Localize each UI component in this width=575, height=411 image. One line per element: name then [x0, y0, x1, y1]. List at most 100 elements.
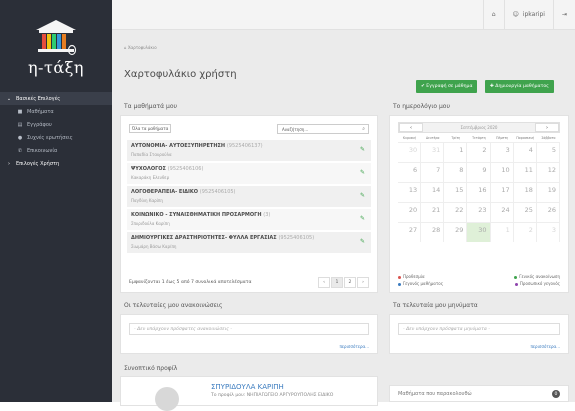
calendar-day[interactable]: 5: [537, 143, 560, 162]
calendar-day[interactable]: 26: [537, 203, 560, 222]
sidebar-section-basic[interactable]: ⌄ Βασικές Επιλογές: [0, 92, 112, 105]
sidebar: η-τάξη ⌄ Βασικές Επιλογές ■ Μαθήματα ▤ Ε…: [0, 0, 112, 402]
document-icon: ▤: [17, 121, 23, 128]
breadcrumb[interactable]: ⌂ Χαρτοφυλάκιο: [124, 45, 157, 50]
calendar-day[interactable]: 9: [467, 163, 491, 182]
calendar-day[interactable]: 3: [491, 143, 514, 162]
calendar-day[interactable]: 8: [444, 163, 468, 182]
calendar-day[interactable]: 27: [398, 223, 422, 242]
profile-name[interactable]: ΣΠΥΡΙΔΟΥΛΑ ΚΑΡΙΠΗ: [211, 383, 284, 391]
calendar-day[interactable]: 19: [537, 183, 560, 202]
sidebar-item-contact[interactable]: ✆ Επικοινωνία: [0, 144, 112, 157]
sidebar-section-label: Βασικές Επιλογές: [16, 95, 61, 102]
table-row[interactable]: ΛΟΓΟΘΕΡΑΠΕΙΑ- ΕΙΔΙΚΟ (9525406105) Παγδίν…: [127, 186, 371, 208]
search-icon: ⌕: [362, 126, 365, 132]
legend-label: Γεγονός μαθήματος: [403, 281, 444, 286]
table-row[interactable]: ΑΥΤΟΝΟΜΙΑ- ΑΥΤΟΕΞΥΠΗΡΕΤΗΣΗ (9525406137) …: [127, 140, 371, 162]
announcements-more-link[interactable]: περισσότερα...: [339, 344, 369, 349]
sidebar-item-label: Συχνές ερωτήσεις: [27, 134, 73, 141]
register-course-button[interactable]: ✔ Εγγραφή σε μάθημα: [416, 80, 478, 93]
edit-icon[interactable]: ✎: [360, 192, 365, 199]
weekday-label: Παρασκευή: [516, 136, 535, 140]
edit-icon[interactable]: ✎: [360, 238, 365, 245]
calendar-panel: Σεπτέμβριος 2020 ‹ › Κυριακή Δευτέρα Τρί…: [389, 115, 569, 293]
announcements-title: Οι τελευταίες μου ανακοινώσεις: [124, 302, 223, 309]
calendar-day[interactable]: 11: [514, 163, 537, 182]
create-course-button[interactable]: ✚ Δημιουργία μαθήματος: [485, 80, 554, 93]
calendar-day[interactable]: 24: [491, 203, 514, 222]
calendar-day[interactable]: 16: [467, 183, 491, 202]
user-menu-button[interactable]: ☺ ipkaripi: [503, 0, 553, 30]
sidebar-item-faq[interactable]: ● Συχνές ερωτήσεις: [0, 131, 112, 144]
calendar-next-button[interactable]: ›: [535, 123, 559, 132]
calendar-header: Σεπτέμβριος 2020 ‹ ›: [398, 122, 560, 133]
edit-icon[interactable]: ✎: [360, 146, 365, 153]
calendar-day[interactable]: 17: [491, 183, 514, 202]
calendar-day[interactable]: 13: [398, 183, 422, 202]
calendar-day[interactable]: 28: [421, 223, 445, 242]
course-name[interactable]: ΔΗΜΙΟΥΡΓΙΚΕΣ ΔΡΑΣΤΗΡΙΟΤΗΤΕΣ- ΦΥΛΛΑ ΕΡΓΑΣ…: [131, 235, 367, 241]
calendar-day[interactable]: 12: [537, 163, 560, 182]
calendar-day[interactable]: 6: [398, 163, 422, 182]
course-name[interactable]: ΨΥΧΟΛΟΓΟΣ (9525406106): [131, 166, 367, 172]
calendar-week: 27 28 29 30 1 2 3: [398, 222, 560, 242]
table-row[interactable]: ΚΟΙΝΩΝΙΚΟ - ΣΥΝΑΙΣΘΗΜΑΤΙΚΗ ΠΡΟΣΑΡΜΟΓΗ (3…: [127, 209, 371, 231]
course-title: ΨΥΧΟΛΟΓΟΣ: [131, 166, 166, 172]
calendar-day[interactable]: 1: [491, 223, 514, 242]
sidebar-item-label: Επικοινωνία: [27, 147, 58, 154]
calendar-day[interactable]: 21: [421, 203, 445, 222]
course-name[interactable]: ΛΟΓΟΘΕΡΑΠΕΙΑ- ΕΙΔΙΚΟ (9525406105): [131, 189, 367, 195]
edit-icon[interactable]: ✎: [360, 169, 365, 176]
table-row[interactable]: ΔΗΜΙΟΥΡΓΙΚΕΣ ΔΡΑΣΤΗΡΙΟΤΗΤΕΣ- ΦΥΛΛΑ ΕΡΓΑΣ…: [127, 232, 371, 254]
calendar-day[interactable]: 30: [398, 143, 422, 162]
calendar-grid: Κυριακή Δευτέρα Τρίτη Τετάρτη Πέμπτη Παρ…: [398, 136, 560, 242]
calendar-day[interactable]: 14: [421, 183, 445, 202]
calendar-day[interactable]: 31: [421, 143, 445, 162]
next-page-button[interactable]: ›: [357, 277, 369, 288]
logo-text: η-τάξη: [27, 58, 85, 77]
sidebar-item-courses[interactable]: ■ Μαθήματα: [0, 105, 112, 118]
logo[interactable]: η-τάξη: [0, 0, 112, 90]
calendar-day[interactable]: 1: [444, 143, 468, 162]
calendar-day[interactable]: 22: [444, 203, 468, 222]
pagination: ‹ 1 2 ›: [318, 277, 369, 288]
home-button[interactable]: ⌂: [482, 0, 504, 30]
calendar-day[interactable]: 23: [467, 203, 491, 222]
calendar-day[interactable]: 15: [444, 183, 468, 202]
calendar-day[interactable]: 20: [398, 203, 422, 222]
sidebar-item-documents[interactable]: ▤ Εγγράφου: [0, 118, 112, 131]
messages-more-link[interactable]: περισσότερα...: [530, 344, 560, 349]
course-teacher: Παγδίνη Καρίπη: [131, 198, 163, 203]
profile-subtitle: Το προφίλ μου: ΝΗΠΙΑΓΩΓΕΙΟ ΑΡΓΥΡΟΥΠΟΛΗΣ …: [211, 393, 334, 398]
page-2-button[interactable]: 2: [344, 277, 356, 288]
prev-page-button[interactable]: ‹: [318, 277, 330, 288]
page-title: Χαρτοφυλάκιο χρήστη: [124, 69, 237, 80]
calendar-week: 20 21 22 23 24 25 26: [398, 202, 560, 222]
calendar-day[interactable]: 2: [514, 223, 537, 242]
calendar-day-today[interactable]: 30: [467, 223, 491, 242]
course-filter-select[interactable]: Όλα τα μαθήματα: [129, 124, 171, 133]
followed-courses-box[interactable]: Μαθήματα που παρακολουθώ 0: [389, 385, 569, 402]
messages-empty: - Δεν υπάρχουν πρόσφατα μηνύματα -: [398, 323, 560, 335]
sidebar-section-user[interactable]: › Επιλογές Χρήστη: [0, 157, 112, 170]
legend-label: Γενικός ανακοίνωση: [519, 274, 560, 279]
weekday-label: Σάββατο: [541, 136, 556, 140]
calendar-prev-button[interactable]: ‹: [399, 123, 423, 132]
logout-icon: ⇥: [561, 11, 567, 18]
calendar-day[interactable]: 25: [514, 203, 537, 222]
course-name[interactable]: ΑΥΤΟΝΟΜΙΑ- ΑΥΤΟΕΞΥΠΗΡΕΤΗΣΗ (9525406137): [131, 143, 367, 149]
table-row[interactable]: ΨΥΧΟΛΟΓΟΣ (9525406106) Κακαράκη Ελευθερ …: [127, 163, 371, 185]
calendar-day[interactable]: 7: [421, 163, 445, 182]
calendar-day[interactable]: 10: [491, 163, 514, 182]
calendar-day[interactable]: 29: [444, 223, 468, 242]
calendar-day[interactable]: 3: [537, 223, 560, 242]
followed-courses-label: Μαθήματα που παρακολουθώ: [398, 390, 472, 397]
calendar-day[interactable]: 4: [514, 143, 537, 162]
course-name[interactable]: ΚΟΙΝΩΝΙΚΟ - ΣΥΝΑΙΣΘΗΜΑΤΙΚΗ ΠΡΟΣΑΡΜΟΓΗ (3…: [131, 212, 367, 218]
page-1-button[interactable]: 1: [331, 277, 343, 288]
calendar-day[interactable]: 2: [467, 143, 491, 162]
calendar-day[interactable]: 18: [514, 183, 537, 202]
edit-icon[interactable]: ✎: [360, 215, 365, 222]
logout-button[interactable]: ⇥: [552, 0, 575, 30]
course-search-input[interactable]: Αναζήτηση... ⌕: [277, 124, 369, 134]
